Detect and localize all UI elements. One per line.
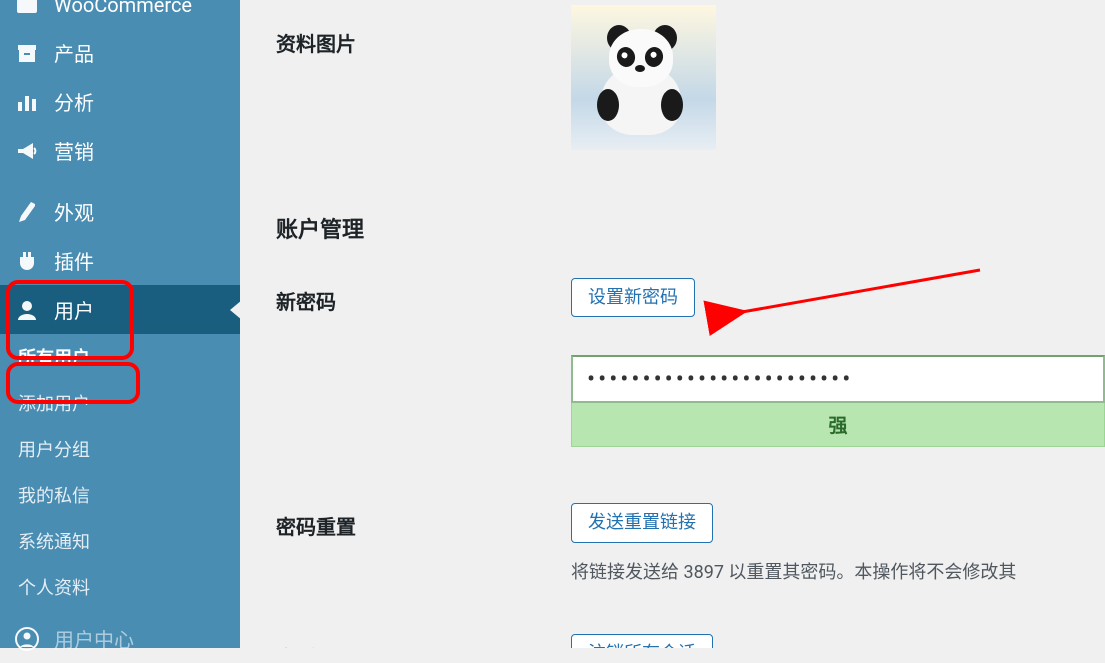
archive-icon (14, 40, 40, 66)
plug-icon (14, 248, 40, 274)
menu-separator (0, 175, 240, 187)
submenu-item-my-messages[interactable]: 我的私信 (0, 472, 240, 518)
profile-picture[interactable] (571, 5, 716, 150)
sidebar-item-user-center[interactable]: 用户中心 (0, 614, 240, 663)
submenu-item-all-users[interactable]: 所有用户 (0, 334, 240, 380)
sidebar-item-woocommerce[interactable]: WooCommerce (0, 0, 240, 28)
admin-sidebar: WooCommerce 产品 分析 营销 外观 (0, 0, 240, 648)
sidebar-item-label: 用户 (54, 295, 94, 324)
submenu-item-system-notifications[interactable]: 系统通知 (0, 518, 240, 564)
password-input[interactable]: •••••••••••••••••••••••• (571, 355, 1105, 403)
sidebar-item-label: 营销 (54, 136, 94, 165)
paintbrush-icon (14, 199, 40, 225)
sidebar-item-plugins[interactable]: 插件 (0, 236, 240, 285)
sidebar-item-label: 外观 (54, 197, 94, 226)
annotation-arrow (730, 264, 990, 328)
sidebar-item-appearance[interactable]: 外观 (0, 187, 240, 236)
section-title-account: 账户管理 (276, 212, 1105, 244)
label-password-reset: 密码重置 (276, 503, 571, 540)
submenu-item-user-groups[interactable]: 用户分组 (0, 426, 240, 472)
set-new-password-button[interactable]: 设置新密码 (571, 278, 695, 317)
user-icon (14, 297, 40, 323)
chart-bar-icon (14, 89, 40, 115)
submenu-item-profile[interactable]: 个人资料 (0, 564, 240, 610)
sidebar-item-analytics[interactable]: 分析 (0, 77, 240, 126)
label-sessions: 会话 (276, 634, 571, 648)
users-submenu: 所有用户 添加用户 用户分组 我的私信 系统通知 个人资料 (0, 334, 240, 610)
sidebar-item-label: 分析 (54, 87, 94, 116)
woocommerce-icon (14, 0, 40, 18)
main-content: 资料图片 账户管理 新密码 设置新密码 ••••••••••••••••••••… (240, 0, 1105, 648)
sidebar-item-products[interactable]: 产品 (0, 28, 240, 77)
send-reset-link-button[interactable]: 发送重置链接 (571, 503, 713, 542)
logout-all-sessions-button[interactable]: 注销所有会话 (571, 634, 713, 648)
password-strength-indicator: 强 (571, 403, 1105, 447)
sidebar-item-users[interactable]: 用户 (0, 285, 240, 334)
megaphone-icon (14, 138, 40, 164)
sidebar-item-label: 用户中心 (54, 624, 134, 653)
sidebar-item-marketing[interactable]: 营销 (0, 126, 240, 175)
submenu-item-add-user[interactable]: 添加用户 (0, 380, 240, 426)
label-profile-picture: 资料图片 (276, 20, 571, 57)
sidebar-item-label: 插件 (54, 246, 94, 275)
reset-help-text: 将链接发送给 3897 以重置其密码。本操作将不会修改其 (571, 559, 1105, 586)
label-new-password: 新密码 (276, 278, 571, 315)
sidebar-item-label: 产品 (54, 38, 94, 67)
sidebar-item-label: WooCommerce (54, 0, 192, 17)
